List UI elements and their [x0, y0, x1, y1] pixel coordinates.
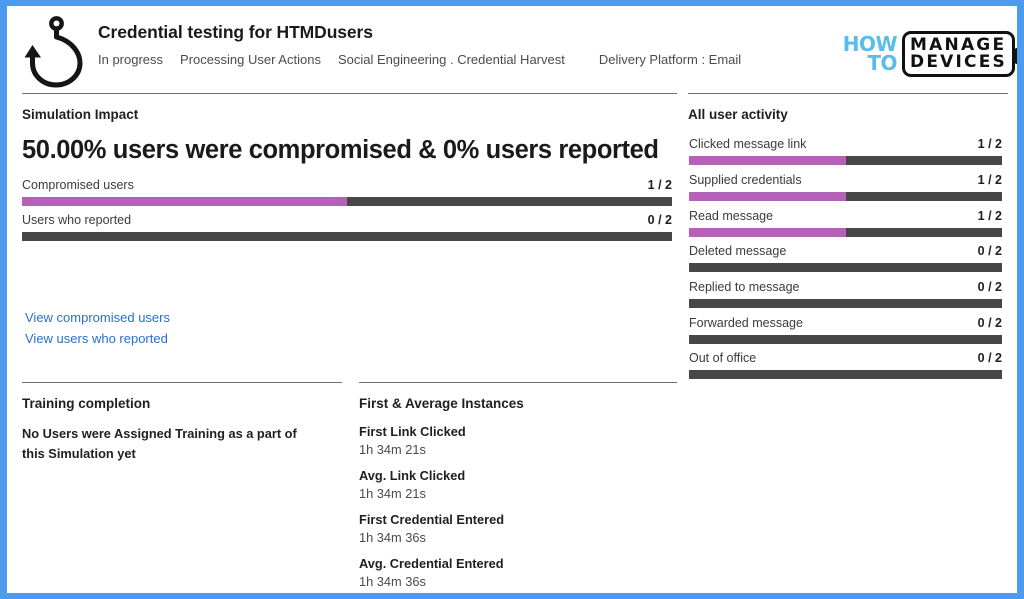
- bar-label: Replied to message: [689, 280, 800, 294]
- header-meta-row: In progress Processing User Actions Soci…: [98, 52, 741, 67]
- bar-track: [689, 370, 1002, 379]
- bar-value: 0 / 2: [977, 351, 1002, 365]
- bar-track: [689, 335, 1002, 344]
- bar-label: Compromised users: [22, 178, 134, 192]
- page-title: Credential testing for HTMDusers: [98, 22, 373, 42]
- report-header: Credential testing for HTMDusers In prog…: [7, 6, 1017, 93]
- bar-value: 1 / 2: [977, 137, 1002, 151]
- bar-track: [689, 228, 1002, 237]
- status-badge: In progress: [98, 52, 164, 67]
- link-view-users-who-reported[interactable]: View users who reported: [25, 331, 168, 346]
- bar-track: [689, 192, 1002, 201]
- instance-name-first-credential-entered: First Credential Entered: [359, 512, 505, 527]
- training-completion-heading: Training completion: [22, 396, 151, 411]
- bar-value: 0 / 2: [647, 213, 672, 227]
- bar-track: [689, 263, 1002, 272]
- stage-label: Processing User Actions: [180, 52, 321, 67]
- bar-label: Forwarded message: [689, 316, 803, 330]
- report-canvas: Credential testing for HTMDusers In prog…: [7, 6, 1017, 593]
- bar-value: 1 / 2: [647, 178, 672, 192]
- bar-label: Users who reported: [22, 213, 132, 227]
- bar-value: 1 / 2: [977, 209, 1002, 223]
- bar-label: Clicked message link: [689, 137, 807, 151]
- instances-heading: First & Average Instances: [359, 396, 524, 411]
- link-view-compromised-users[interactable]: View compromised users: [25, 310, 170, 325]
- instance-value-first-link-clicked: 1h 34m 21s: [359, 442, 426, 457]
- brand-logo: HOW TO MANAGE DEVICES: [843, 28, 1017, 80]
- simulation-impact-heading: Simulation Impact: [22, 107, 139, 122]
- technique-label: Social Engineering . Credential Harvest: [337, 52, 565, 67]
- logo-line-to: TO: [867, 51, 898, 75]
- bar-label: Out of office: [689, 351, 757, 365]
- header-title-block: Credential testing for HTMDusers In prog…: [98, 22, 741, 67]
- bar-track: [689, 299, 1002, 308]
- logo-howto-text: HOW TO: [843, 35, 898, 75]
- bar-fill: [689, 156, 846, 165]
- bar-value: 0 / 2: [977, 244, 1002, 258]
- bar-value: 0 / 2: [977, 280, 1002, 294]
- bar-value: 1 / 2: [977, 173, 1002, 187]
- bar-fill: [689, 192, 846, 201]
- logo-word-devices: DEVICES: [910, 52, 1007, 72]
- instance-name-first-link-clicked: First Link Clicked: [359, 424, 466, 439]
- instance-value-first-credential-entered: 1h 34m 36s: [359, 530, 426, 545]
- instance-value-avg-link-clicked: 1h 34m 21s: [359, 486, 426, 501]
- report-frame: Credential testing for HTMDusers In prog…: [0, 0, 1024, 599]
- bar-label: Deleted message: [689, 244, 787, 258]
- divider-mid-left: [22, 382, 342, 383]
- logo-phone-outline: MANAGE DEVICES: [902, 30, 1017, 78]
- impact-headline: 50.00% users were compromised & 0% users…: [22, 136, 659, 164]
- bar-fill: [22, 197, 347, 206]
- delivery-platform-label: Delivery Platform : Email: [598, 52, 742, 67]
- logo-phone-button: [1015, 47, 1017, 64]
- instance-value-avg-credential-entered: 1h 34m 36s: [359, 574, 426, 589]
- bar-label: Supplied credentials: [689, 173, 802, 187]
- bar-fill: [689, 228, 846, 237]
- divider-mid-right: [359, 382, 677, 383]
- instance-name-avg-credential-entered: Avg. Credential Entered: [359, 556, 504, 571]
- bar-value: 0 / 2: [977, 316, 1002, 330]
- bar-track: [689, 156, 1002, 165]
- all-user-activity-heading: All user activity: [688, 107, 788, 122]
- bar-label: Read message: [689, 209, 774, 223]
- divider-top-right: [688, 93, 1008, 94]
- bar-track: [22, 232, 672, 241]
- divider-top-left: [22, 93, 677, 94]
- instance-name-avg-link-clicked: Avg. Link Clicked: [359, 468, 466, 483]
- training-completion-message: No Users were Assigned Training as a par…: [22, 426, 297, 461]
- fishing-hook-icon: [16, 12, 92, 90]
- bar-track: [22, 197, 672, 206]
